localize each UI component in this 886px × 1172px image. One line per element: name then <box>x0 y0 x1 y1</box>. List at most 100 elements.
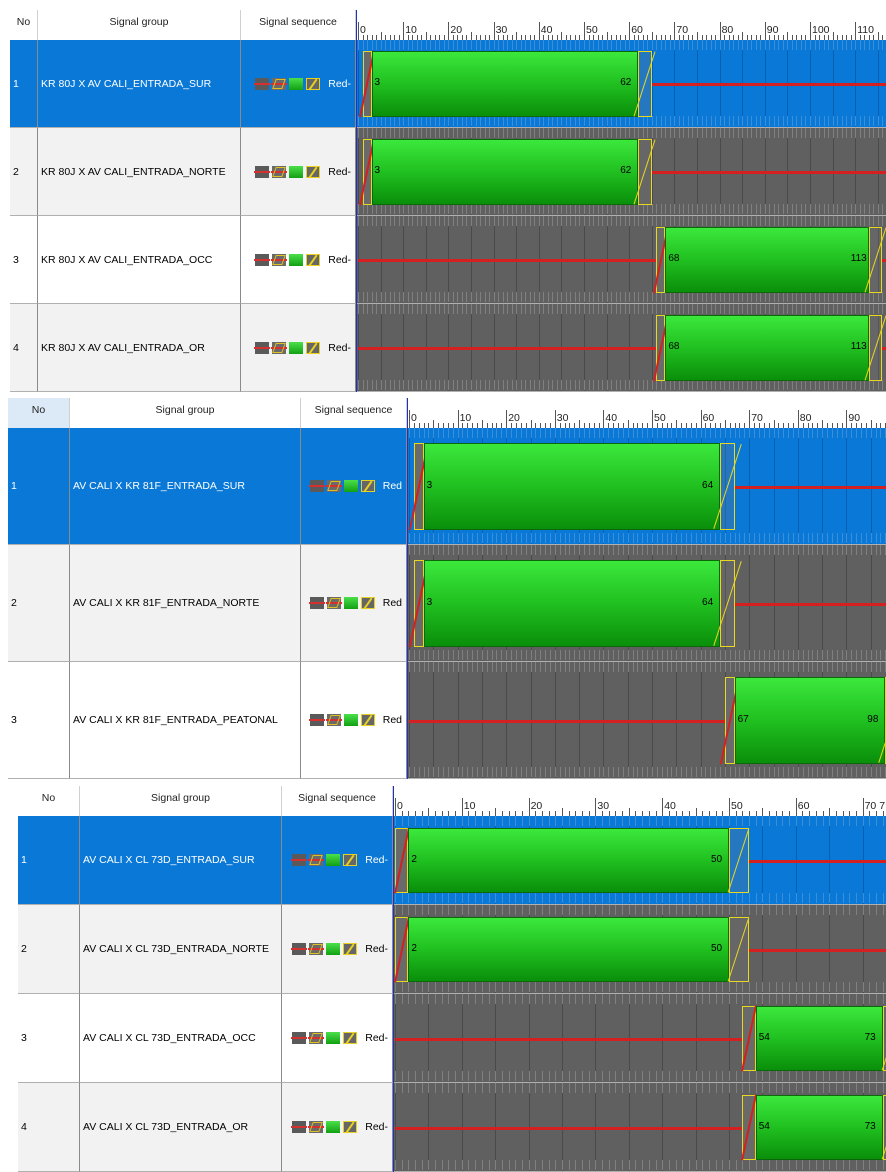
timeline-minor-tick <box>842 1083 844 1093</box>
signal-group-row[interactable]: 1 KR 80J X AV CALI_ENTRADA_SUR Red- 3 62 <box>10 40 886 128</box>
timeline-minor-tick <box>627 545 629 555</box>
signal-sequence-cell[interactable]: Red- <box>282 905 393 994</box>
timeline-minor-tick <box>448 216 450 226</box>
timeline-minor-tick <box>773 545 775 555</box>
signal-timeline[interactable]: 54 73 <box>393 1083 886 1172</box>
time-ruler[interactable]: 0 10 20 30 40 50 60 70 80 90 100 110 <box>356 10 886 40</box>
timeline-minor-tick <box>491 545 493 555</box>
timeline-minor-tick <box>447 662 449 672</box>
signal-sequence-cell[interactable]: Red <box>301 545 407 662</box>
timeline-minor-tick <box>656 128 658 138</box>
timeline-minor-tick <box>525 380 527 390</box>
signal-timeline[interactable]: 3 62 <box>356 128 886 216</box>
green-phase-bar[interactable] <box>665 315 869 381</box>
time-cursor[interactable] <box>393 786 394 1172</box>
signal-sequence-cell[interactable]: Red- <box>241 216 356 304</box>
time-ruler[interactable]: 0 10 20 30 40 50 60 70 7 <box>393 786 886 816</box>
timeline-minor-tick <box>751 116 753 126</box>
green-phase-bar[interactable] <box>734 677 886 764</box>
green-phase-bar[interactable] <box>408 828 729 893</box>
timeline-minor-tick <box>875 767 877 777</box>
signal-sequence-cell[interactable]: Red- <box>241 40 356 128</box>
signal-timeline[interactable]: 3 64 <box>407 428 886 545</box>
time-ruler[interactable]: 0102030405060708090100 <box>407 398 886 428</box>
green-phase-bar[interactable] <box>755 1095 883 1160</box>
green-phase-bar[interactable] <box>408 917 729 982</box>
timeline-minor-tick <box>559 662 561 672</box>
timeline-minor-tick <box>729 1160 730 1170</box>
signal-sequence-cell[interactable]: Red- <box>282 1083 393 1172</box>
column-header-signal-group[interactable]: Signal group <box>70 398 301 428</box>
signal-sequence-cell[interactable]: Red- <box>282 994 393 1083</box>
timeline-minor-tick <box>763 650 765 660</box>
timeline-minor-tick <box>851 662 853 672</box>
signal-sequence-cell[interactable]: Red- <box>241 128 356 216</box>
green-phase-bar[interactable] <box>423 560 721 647</box>
timeline-minor-tick <box>435 1083 437 1093</box>
column-header-no[interactable]: No <box>10 10 38 40</box>
timeline-minor-tick <box>443 128 445 138</box>
timeline-minor-tick <box>595 1160 597 1170</box>
signal-group-row[interactable]: 4 KR 80J X AV CALI_ENTRADA_OR Red- 68 113 <box>10 304 886 392</box>
signal-group-row[interactable]: 4 AV CALI X CL 73D_ENTRADA_OR Red- 54 73 <box>18 1083 886 1172</box>
timeline-minor-tick <box>802 816 804 826</box>
column-header-signal-sequence[interactable]: Signal sequence <box>241 10 356 40</box>
signal-timeline[interactable]: 54 73 <box>393 994 886 1083</box>
signal-group-row[interactable]: 2 KR 80J X AV CALI_ENTRADA_NORTE Red- 3 62 <box>10 128 886 216</box>
time-cursor[interactable] <box>407 398 408 779</box>
timeline-minor-tick <box>823 292 825 302</box>
timeline-minor-tick <box>836 545 838 555</box>
signal-timeline[interactable]: 67 98 <box>407 662 886 779</box>
timeline-minor-tick <box>475 893 477 903</box>
timeline-minor-tick <box>669 304 671 314</box>
column-header-signal-sequence[interactable]: Signal sequence <box>282 786 393 816</box>
green-phase-bar[interactable] <box>371 51 639 117</box>
signal-timeline[interactable]: 68 113 <box>356 216 886 304</box>
signal-group-row[interactable]: 3 KR 80J X AV CALI_ENTRADA_OCC Red- 68 113 <box>10 216 886 304</box>
timeline-minor-tick <box>729 767 731 777</box>
signal-group-row[interactable]: 1 AV CALI X CL 73D_ENTRADA_SUR Red- 2 50 <box>18 816 886 905</box>
signal-sequence-cell[interactable]: Red- <box>241 304 356 392</box>
signal-timeline[interactable]: 2 50 <box>393 816 886 905</box>
timeline-minor-tick <box>556 292 558 302</box>
timeline-minor-tick <box>665 128 667 138</box>
timeline-minor-tick <box>778 304 780 314</box>
timeline-minor-tick <box>836 533 838 543</box>
timeline-minor-tick <box>452 292 454 302</box>
green-phase-bar[interactable] <box>371 139 639 205</box>
signal-sequence-cell[interactable]: Red <box>301 662 407 779</box>
column-header-signal-sequence[interactable]: Signal sequence <box>301 398 407 428</box>
amber-state-icon <box>360 714 375 726</box>
signal-timeline[interactable]: 3 62 <box>356 40 886 128</box>
timeline-minor-tick <box>511 533 513 543</box>
ruler-minor-tick <box>428 808 430 816</box>
timeline-minor-tick <box>488 1083 490 1093</box>
signal-sequence-cell[interactable]: Red- <box>282 816 393 905</box>
column-header-signal-group[interactable]: Signal group <box>80 786 282 816</box>
signal-group-row[interactable]: 3 AV CALI X KR 81F_ENTRADA_PEATONAL Red 67 9… <box>8 662 886 779</box>
green-phase-bar[interactable] <box>755 1006 883 1071</box>
time-cursor[interactable] <box>356 10 357 392</box>
column-header-no[interactable]: No <box>18 786 80 816</box>
signal-timeline[interactable]: 2 50 <box>393 905 886 994</box>
signal-timeline[interactable]: 3 64 <box>407 545 886 662</box>
signal-group-row[interactable]: 2 AV CALI X KR 81F_ENTRADA_NORTE Red 3 64 <box>8 545 886 662</box>
signal-timeline[interactable]: 68 113 <box>356 304 886 392</box>
timeline-minor-tick <box>362 204 364 214</box>
timeline-minor-tick <box>561 40 563 50</box>
signal-group-row[interactable]: 2 AV CALI X CL 73D_ENTRADA_NORTE Red- 2 50 <box>18 905 886 994</box>
green-phase-bar[interactable] <box>423 443 721 530</box>
timeline-minor-tick <box>869 994 871 1004</box>
timeline-minor-tick <box>715 1083 717 1093</box>
green-phase-bar[interactable] <box>665 227 869 293</box>
timeline-minor-tick <box>528 1083 530 1093</box>
timeline-minor-tick <box>441 994 443 1004</box>
timeline-minor-tick <box>769 1083 771 1093</box>
timeline-minor-tick <box>530 767 532 777</box>
timeline-minor-tick <box>362 216 364 226</box>
column-header-no[interactable]: No <box>8 398 70 428</box>
column-header-signal-group[interactable]: Signal group <box>38 10 241 40</box>
signal-group-row[interactable]: 1 AV CALI X KR 81F_ENTRADA_SUR Red 3 64 <box>8 428 886 545</box>
signal-group-row[interactable]: 3 AV CALI X CL 73D_ENTRADA_OCC Red- 54 73 <box>18 994 886 1083</box>
signal-sequence-cell[interactable]: Red <box>301 428 407 545</box>
